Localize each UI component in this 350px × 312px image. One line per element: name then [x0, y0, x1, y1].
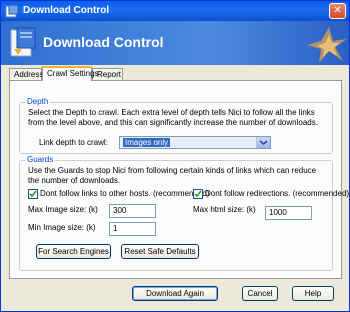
title-bar[interactable]: Download Control ✕	[1, 1, 349, 21]
max-html-size-label: Max html size: (k)	[193, 205, 256, 214]
for-search-engines-button[interactable]: For Search Engines	[36, 244, 111, 259]
min-image-size-input[interactable]: 1	[109, 222, 156, 236]
crawl-settings-panel: Depth Select the Depth to crawl. Each ex…	[9, 80, 349, 279]
max-image-size-label: Max Image size: (k)	[28, 205, 98, 214]
depth-group: Depth Select the Depth to crawl. Each ex…	[19, 97, 333, 154]
depth-group-label: Depth	[25, 97, 51, 106]
link-depth-select[interactable]: Images only	[119, 136, 271, 149]
chevron-down-icon[interactable]	[256, 137, 270, 148]
guards-description: Use the Guards to stop Nici from followi…	[28, 166, 317, 185]
app-icon	[5, 4, 19, 18]
max-image-size-input[interactable]: 300	[109, 204, 156, 218]
max-html-size-input[interactable]: 1000	[265, 206, 312, 220]
cancel-button[interactable]: Cancel	[242, 286, 278, 301]
depth-description: Select the Depth to crawl. Each extra le…	[28, 108, 318, 127]
guards-group-label: Guards	[25, 155, 56, 164]
min-image-size-label: Min Image size: (k)	[28, 223, 96, 232]
download-again-button[interactable]: Download Again	[132, 286, 218, 301]
tab-crawl-settings[interactable]: Crawl Settings	[42, 66, 99, 81]
help-button[interactable]: Help	[292, 286, 334, 301]
dont-follow-redirects-label[interactable]: Dont follow redirections. (recommended)	[205, 189, 349, 199]
dont-follow-redirects-checkbox[interactable]	[193, 189, 203, 199]
window-title: Download Control	[23, 5, 110, 16]
starburst-decoration-icon	[307, 27, 347, 63]
link-depth-label: Link depth to crawl:	[39, 138, 108, 147]
guards-group: Guards Use the Guards to stop Nici from …	[19, 155, 349, 271]
dont-follow-hosts-checkbox[interactable]	[28, 189, 38, 199]
download-control-window: Download Control ✕ Download Control Addr…	[0, 0, 350, 312]
banner-title: Download Control	[43, 34, 164, 50]
link-depth-value: Images only	[123, 138, 171, 147]
close-button[interactable]: ✕	[329, 3, 346, 19]
header-banner: Download Control	[1, 21, 349, 65]
dont-follow-hosts-label[interactable]: Dont follow links to other hosts. (recom…	[40, 189, 209, 199]
document-download-icon	[10, 27, 36, 57]
reset-safe-defaults-button[interactable]: Reset Safe Defaults	[121, 244, 199, 259]
